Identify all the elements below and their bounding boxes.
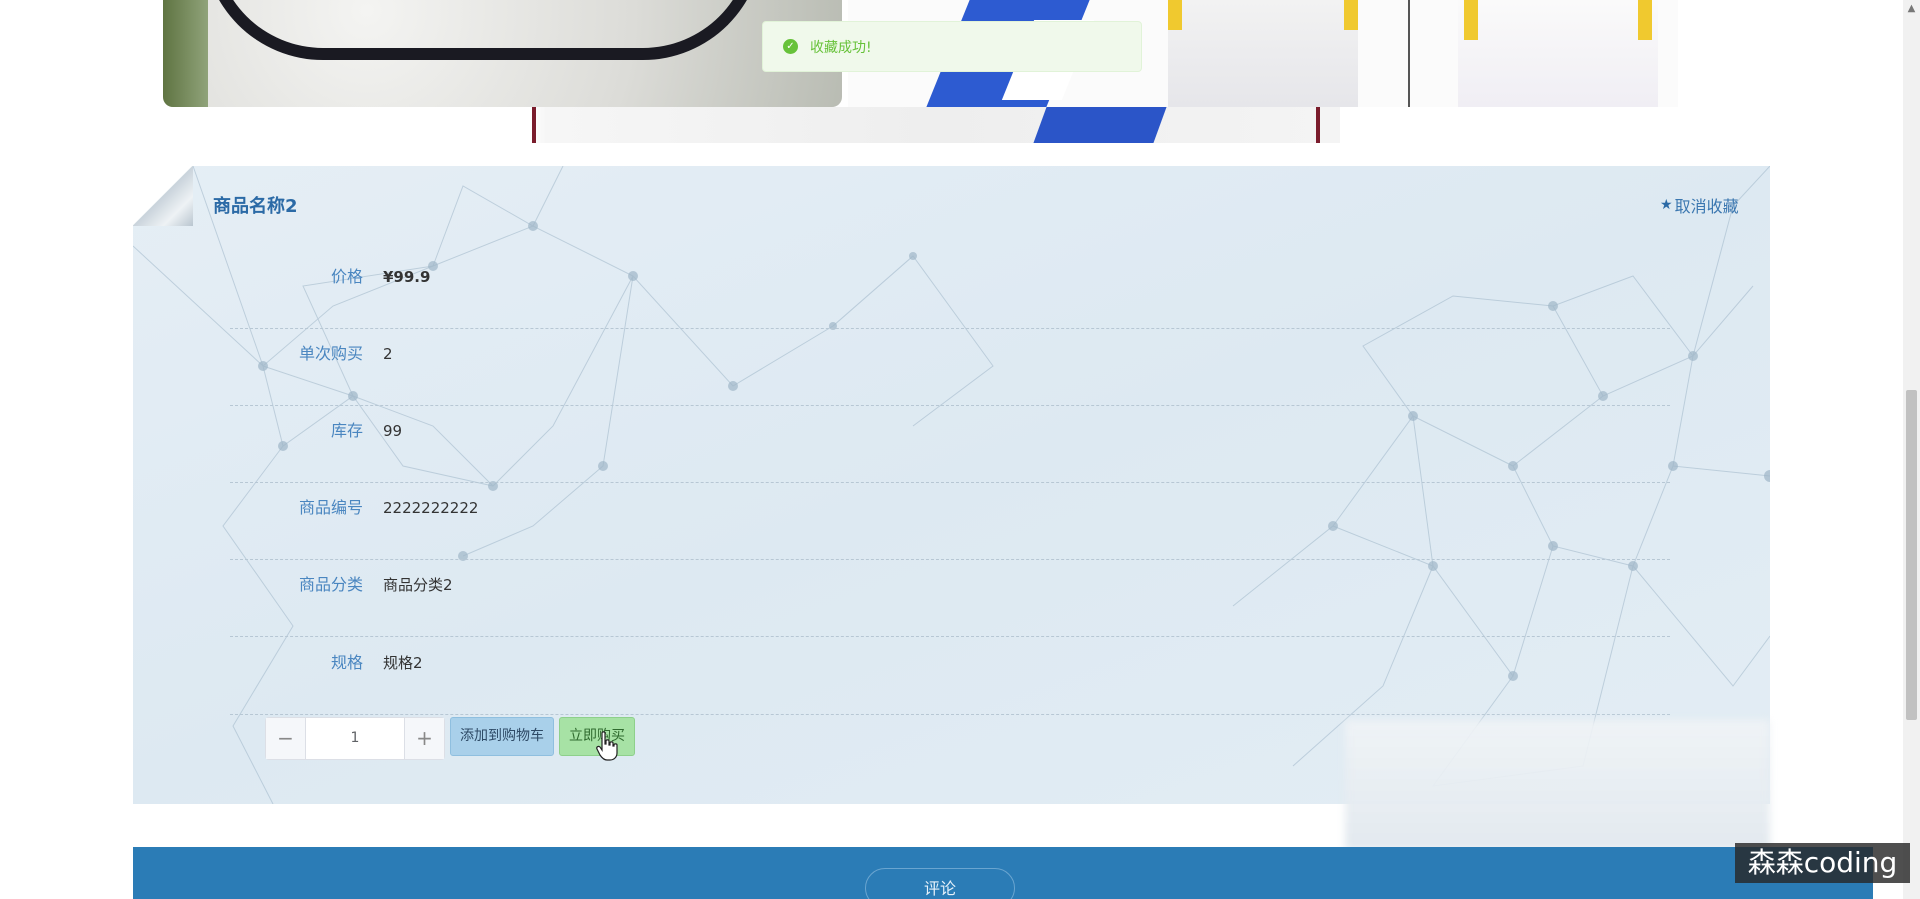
- white-jersey-2: [1458, 0, 1658, 107]
- page: ✓ 收藏成功! 商品名称2 ★ 取消收藏 价格 ¥99.9 单次购买 2 库存 …: [0, 0, 1920, 899]
- toast-message: 收藏成功!: [810, 39, 872, 56]
- detail-value: 规格2: [383, 654, 423, 672]
- success-toast: ✓ 收藏成功!: [762, 21, 1142, 72]
- detail-label: 商品分类: [298, 575, 363, 594]
- jersey-trim: [1638, 0, 1652, 40]
- unfavorite-button[interactable]: ★ 取消收藏: [1660, 193, 1739, 217]
- ball-seam: [203, 0, 763, 60]
- white-jersey-1: [1168, 0, 1358, 107]
- detail-label: 商品编号: [298, 498, 363, 517]
- page-corner-fold: [133, 166, 193, 226]
- detail-row-spec: 规格 规格2: [230, 638, 1670, 715]
- detail-label: 规格: [330, 653, 363, 672]
- detail-label: 单次购买: [298, 344, 363, 363]
- star-icon: ★: [1660, 197, 1673, 213]
- detail-value: 2: [383, 345, 393, 363]
- blurred-overlay: [1345, 720, 1770, 850]
- strip-edge-right: [1316, 107, 1320, 143]
- detail-value: 商品分类2: [383, 576, 453, 594]
- unfavorite-label: 取消收藏: [1674, 197, 1739, 216]
- scroll-up-icon[interactable]: ▲: [1903, 0, 1920, 17]
- detail-row-category: 商品分类 商品分类2: [230, 560, 1670, 637]
- jersey-trim: [1344, 0, 1358, 30]
- detail-value: 2222222222: [383, 499, 479, 517]
- product-title: 商品名称2: [213, 196, 298, 217]
- strip-blue: [1033, 107, 1167, 143]
- decrement-button[interactable]: −: [266, 718, 306, 759]
- increment-button[interactable]: +: [404, 718, 444, 759]
- scrollbar-thumb[interactable]: [1906, 390, 1917, 720]
- watermark: 森森coding: [1735, 843, 1910, 883]
- detail-row-product-number: 商品编号 2222222222: [230, 483, 1670, 560]
- basketball-image[interactable]: [163, 0, 842, 107]
- detail-row-stock: 库存 99: [230, 406, 1670, 483]
- detail-value: 99: [383, 422, 403, 440]
- quantity-input[interactable]: 1: [306, 718, 404, 759]
- check-circle-icon: ✓: [783, 39, 798, 54]
- detail-row-per-purchase: 单次购买 2: [230, 329, 1670, 406]
- grass-background: [163, 0, 208, 107]
- jersey-trim: [1168, 0, 1182, 30]
- strip-edge-left: [532, 107, 536, 143]
- tab-comments[interactable]: 评论: [865, 868, 1015, 899]
- detail-label: 库存: [330, 421, 363, 440]
- hand-cursor-icon: [596, 731, 618, 761]
- detail-row-price: 价格 ¥99.9: [230, 252, 1670, 329]
- detail-label: 价格: [330, 267, 363, 286]
- add-to-cart-button[interactable]: 添加到购物车: [450, 717, 554, 756]
- carousel-image-strip: [530, 107, 1340, 143]
- jersey-trim: [1464, 0, 1478, 40]
- detail-value: ¥99.9: [383, 268, 431, 286]
- image-divider: [1408, 0, 1410, 107]
- quantity-stepper: − 1 +: [265, 717, 445, 760]
